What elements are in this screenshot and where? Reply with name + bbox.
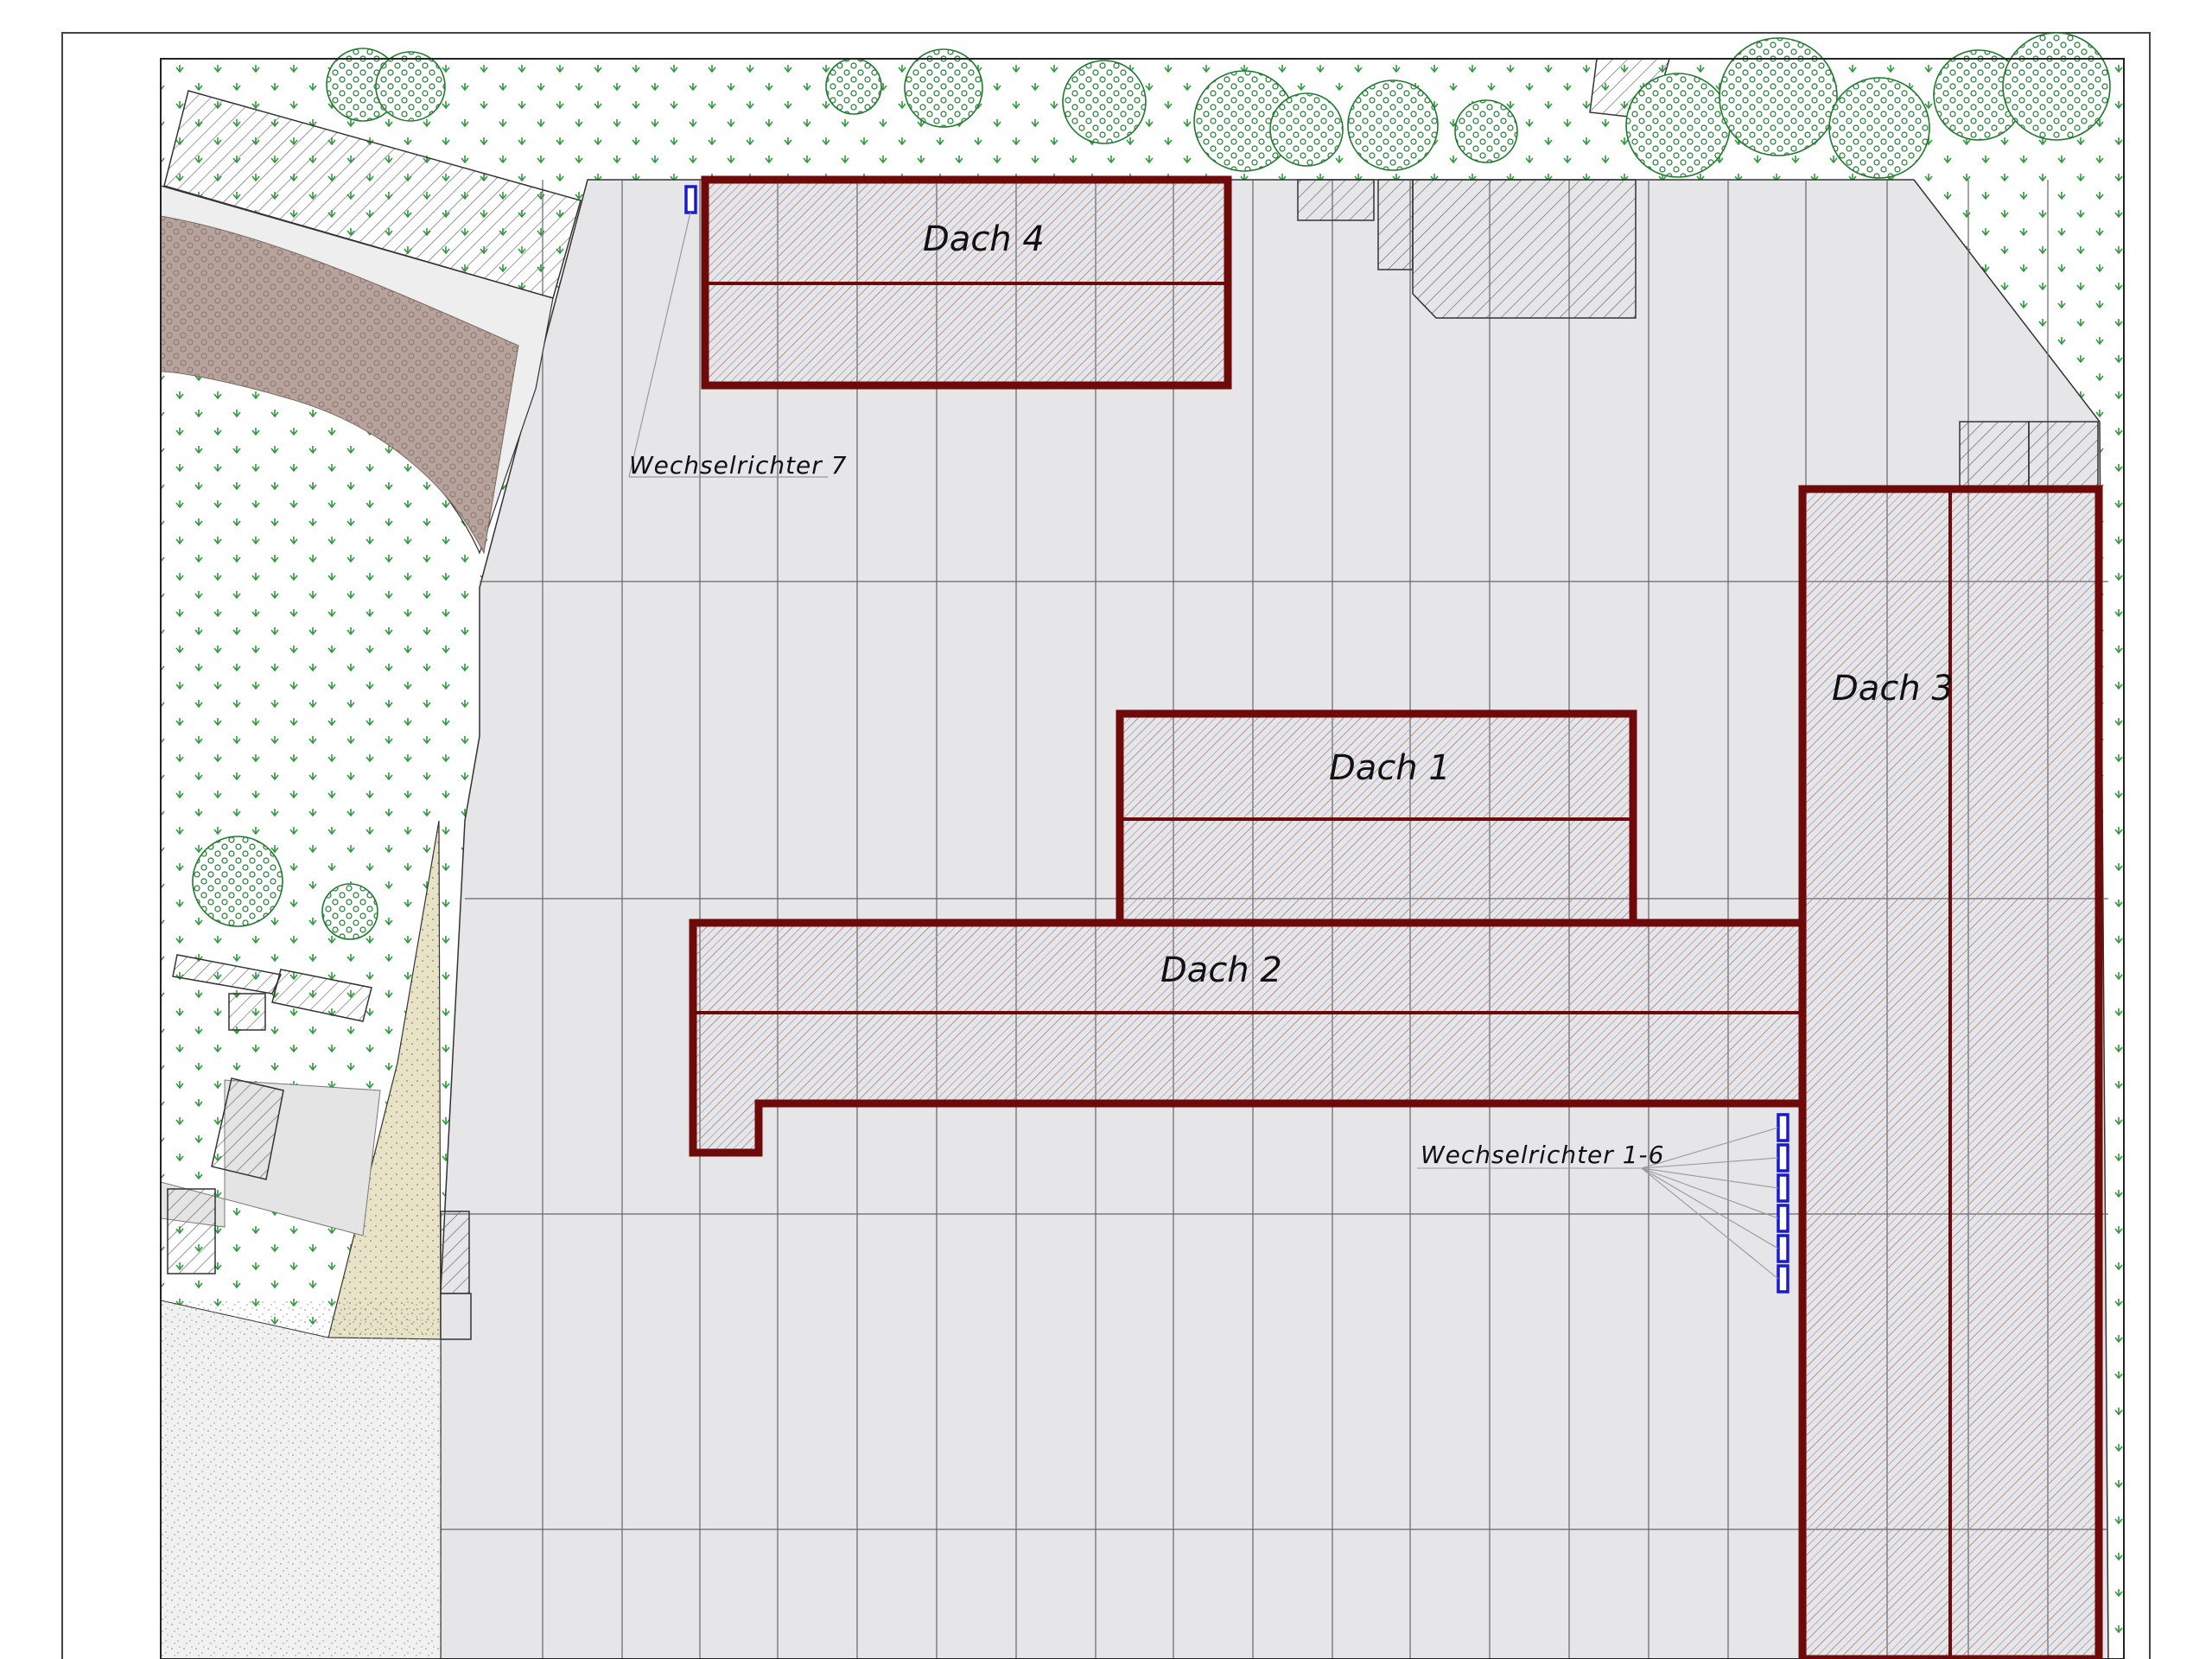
inverter-label-1-6: Wechselrichter 1-6 bbox=[1421, 1141, 1664, 1169]
tree bbox=[1828, 77, 1930, 179]
building-east-small-1 bbox=[1959, 421, 2030, 490]
roof-label-dach-3: Dach 3 bbox=[1832, 669, 1954, 709]
tree bbox=[1625, 73, 1731, 178]
roof-label-dach-1: Dach 1 bbox=[1329, 748, 1451, 788]
inverter-box bbox=[1777, 1173, 1789, 1203]
tree bbox=[1269, 92, 1344, 167]
tree bbox=[192, 836, 283, 927]
tree bbox=[375, 51, 446, 122]
inverter-box bbox=[1777, 1204, 1789, 1233]
tree bbox=[1719, 37, 1838, 156]
roof-label-dach-2: Dach 2 bbox=[1160, 950, 1282, 990]
tree bbox=[2002, 32, 2111, 141]
tree bbox=[1347, 79, 1439, 171]
tree bbox=[1454, 99, 1518, 163]
tree bbox=[1062, 60, 1147, 144]
building-top-left-annex bbox=[1297, 179, 1375, 221]
site-plan-drawing: Dach 4 Dach 1 Dach 2 Dach 3 Wechselricht… bbox=[61, 32, 2151, 1659]
roof-dach-1[interactable] bbox=[1116, 709, 1637, 927]
tree bbox=[904, 48, 983, 128]
roof-dach-3[interactable] bbox=[1798, 485, 2103, 1659]
inverter-label-7: Wechselrichter 7 bbox=[629, 451, 848, 480]
building-top-annex bbox=[1377, 179, 1414, 270]
inverter-box bbox=[1777, 1264, 1789, 1294]
shed-left-5 bbox=[167, 1188, 216, 1274]
shed-left-3 bbox=[228, 993, 266, 1031]
building-top-garage bbox=[1412, 179, 1637, 319]
inverter-box bbox=[684, 185, 697, 214]
tree bbox=[321, 883, 378, 940]
inverter-box bbox=[1777, 1143, 1789, 1173]
inverter-box bbox=[1777, 1234, 1789, 1263]
roof-dach-4[interactable] bbox=[701, 175, 1232, 390]
tree bbox=[825, 58, 882, 115]
roof-label-dach-4: Dach 4 bbox=[923, 219, 1045, 259]
inverter-box bbox=[1777, 1113, 1789, 1142]
gravel-area-lower-texture bbox=[161, 1300, 441, 1659]
shed-left-6 bbox=[440, 1211, 470, 1294]
shed-left-7 bbox=[440, 1293, 472, 1340]
building-east-small-2 bbox=[2028, 421, 2099, 490]
site-area: Dach 4 Dach 1 Dach 2 Dach 3 Wechselricht… bbox=[160, 32, 2124, 1659]
